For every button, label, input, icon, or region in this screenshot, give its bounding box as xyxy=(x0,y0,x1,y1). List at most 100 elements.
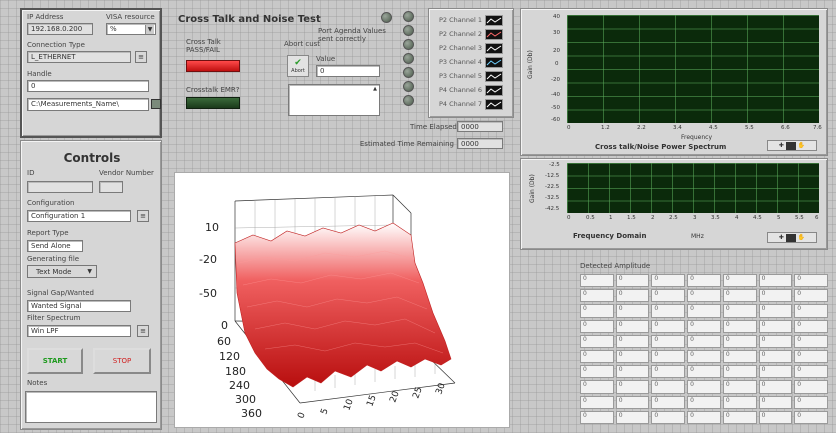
amplitude-cell[interactable]: 0 xyxy=(615,319,650,333)
id-field[interactable] xyxy=(27,181,93,193)
ip-address-field[interactable]: 192.168.0.200 xyxy=(27,23,93,35)
amplitude-cell[interactable]: 0 xyxy=(758,334,793,348)
channel-row[interactable]: P2 Channel 1 xyxy=(429,13,513,27)
amplitude-cell[interactable]: 0 xyxy=(615,395,650,409)
amplitude-cell[interactable]: 0 xyxy=(651,365,686,379)
amplitude-cell[interactable]: 0 xyxy=(615,304,650,318)
value-field[interactable]: 0 xyxy=(316,65,380,77)
amplitude-cell[interactable]: 0 xyxy=(758,410,793,424)
chevron-down-icon[interactable]: ▼ xyxy=(145,25,154,34)
report-type-field[interactable]: Send Alone xyxy=(27,240,83,252)
start-button[interactable]: START xyxy=(27,348,83,374)
amplitude-cell[interactable]: 0 xyxy=(722,395,757,409)
generating-file-select[interactable]: Text Mode ▼ xyxy=(27,265,97,278)
amplitude-cell[interactable]: 0 xyxy=(687,395,721,409)
pan-icon[interactable]: ✋ xyxy=(798,142,805,149)
port-values-listbox[interactable]: ▲ xyxy=(288,84,380,116)
amplitude-cell[interactable]: 0 xyxy=(794,410,828,424)
amplitude-cell[interactable]: 0 xyxy=(580,289,614,303)
amplitude-cell[interactable]: 0 xyxy=(687,380,721,394)
amplitude-cell[interactable]: 0 xyxy=(794,365,828,379)
vendor-number-field[interactable] xyxy=(99,181,123,193)
channel-row[interactable]: P3 Channel 4 xyxy=(429,55,513,69)
amplitude-cell[interactable]: 0 xyxy=(758,349,793,364)
amplitude-cell[interactable]: 0 xyxy=(687,349,721,364)
amplitude-cell[interactable]: 0 xyxy=(794,380,828,394)
amplitude-cell[interactable]: 0 xyxy=(615,334,650,348)
amplitude-cell[interactable]: 0 xyxy=(758,289,793,303)
amplitude-cell[interactable]: 0 xyxy=(687,319,721,333)
amplitude-cell[interactable]: 0 xyxy=(758,380,793,394)
zoom-icon[interactable] xyxy=(785,233,796,242)
connection-type-field[interactable]: L_ETHERNET xyxy=(27,51,131,63)
visa-resource-field[interactable]: % ▼ xyxy=(106,23,156,35)
notes-field[interactable] xyxy=(25,391,157,423)
amplitude-cell[interactable]: 0 xyxy=(794,319,828,333)
path-field[interactable]: C:\Measurements_Name\ xyxy=(27,98,149,111)
amplitude-cell[interactable]: 0 xyxy=(794,304,828,318)
handle-field[interactable]: 0 xyxy=(27,80,149,92)
amplitude-cell[interactable]: 0 xyxy=(615,380,650,394)
amplitude-cell[interactable]: 0 xyxy=(687,410,721,424)
amplitude-cell[interactable]: 0 xyxy=(580,380,614,394)
amplitude-cell[interactable]: 0 xyxy=(580,274,614,288)
amplitude-cell[interactable]: 0 xyxy=(722,410,757,424)
amplitude-cell[interactable]: 0 xyxy=(687,334,721,348)
channel-row[interactable]: P3 Channel 5 xyxy=(429,69,513,83)
spectrum-plot-area[interactable] xyxy=(567,15,819,123)
amplitude-cell[interactable]: 0 xyxy=(651,334,686,348)
amplitude-cell[interactable]: 0 xyxy=(615,410,650,424)
amplitude-cell[interactable]: 0 xyxy=(722,365,757,379)
amplitude-cell[interactable]: 0 xyxy=(651,274,686,288)
filter-spectrum-increment[interactable]: ≡ xyxy=(137,325,149,337)
amplitude-cell[interactable]: 0 xyxy=(580,319,614,333)
amplitude-cell[interactable]: 0 xyxy=(651,289,686,303)
graph-palette[interactable]: ✚ ✋ xyxy=(767,232,817,243)
amplitude-cell[interactable]: 0 xyxy=(758,304,793,318)
amplitude-cell[interactable]: 0 xyxy=(615,365,650,379)
amplitude-cell[interactable]: 0 xyxy=(722,289,757,303)
amplitude-cell[interactable]: 0 xyxy=(651,380,686,394)
amplitude-cell[interactable]: 0 xyxy=(794,349,828,364)
cursor-icon[interactable]: ✚ xyxy=(779,142,784,149)
amplitude-cell[interactable]: 0 xyxy=(580,410,614,424)
configuration-field[interactable]: Configuration 1 xyxy=(27,210,131,222)
amplitude-cell[interactable]: 0 xyxy=(794,334,828,348)
channel-row[interactable]: P2 Channel 3 xyxy=(429,41,513,55)
connection-type-increment[interactable]: ≡ xyxy=(135,51,147,63)
amplitude-cell[interactable]: 0 xyxy=(651,349,686,364)
amplitude-cell[interactable]: 0 xyxy=(722,304,757,318)
amplitude-cell[interactable]: 0 xyxy=(687,289,721,303)
amplitude-cell[interactable]: 0 xyxy=(687,274,721,288)
amplitude-cell[interactable]: 0 xyxy=(722,274,757,288)
detected-amplitude-table[interactable]: 0000000000000000000000000000000000000000… xyxy=(580,274,828,424)
signal-gap-field[interactable]: Wanted Signal xyxy=(27,300,131,312)
amplitude-cell[interactable]: 0 xyxy=(758,395,793,409)
amplitude-cell[interactable]: 0 xyxy=(651,304,686,318)
cursor-icon[interactable]: ✚ xyxy=(779,234,784,241)
amplitude-cell[interactable]: 0 xyxy=(651,395,686,409)
frequency-plot-area[interactable] xyxy=(567,163,819,213)
filter-spectrum-field[interactable]: Win LPF xyxy=(27,325,131,337)
amplitude-cell[interactable]: 0 xyxy=(794,395,828,409)
amplitude-cell[interactable]: 0 xyxy=(580,304,614,318)
stop-button[interactable]: STOP xyxy=(93,348,151,374)
zoom-icon[interactable] xyxy=(785,141,796,150)
amplitude-cell[interactable]: 0 xyxy=(758,274,793,288)
amplitude-cell[interactable]: 0 xyxy=(580,365,614,379)
scroll-arrow-icon[interactable]: ▲ xyxy=(373,86,377,92)
amplitude-cell[interactable]: 0 xyxy=(687,304,721,318)
amplitude-cell[interactable]: 0 xyxy=(687,365,721,379)
amplitude-cell[interactable]: 0 xyxy=(794,289,828,303)
amplitude-cell[interactable]: 0 xyxy=(580,395,614,409)
graph-palette[interactable]: ✚ ✋ xyxy=(767,140,817,151)
abort-button[interactable]: ✔ Abort xyxy=(287,55,309,77)
amplitude-cell[interactable]: 0 xyxy=(758,319,793,333)
amplitude-cell[interactable]: 0 xyxy=(722,380,757,394)
amplitude-cell[interactable]: 0 xyxy=(580,349,614,364)
amplitude-cell[interactable]: 0 xyxy=(722,334,757,348)
amplitude-cell[interactable]: 0 xyxy=(651,410,686,424)
pan-icon[interactable]: ✋ xyxy=(798,234,805,241)
channel-row[interactable]: P2 Channel 2 xyxy=(429,27,513,41)
amplitude-cell[interactable]: 0 xyxy=(758,365,793,379)
